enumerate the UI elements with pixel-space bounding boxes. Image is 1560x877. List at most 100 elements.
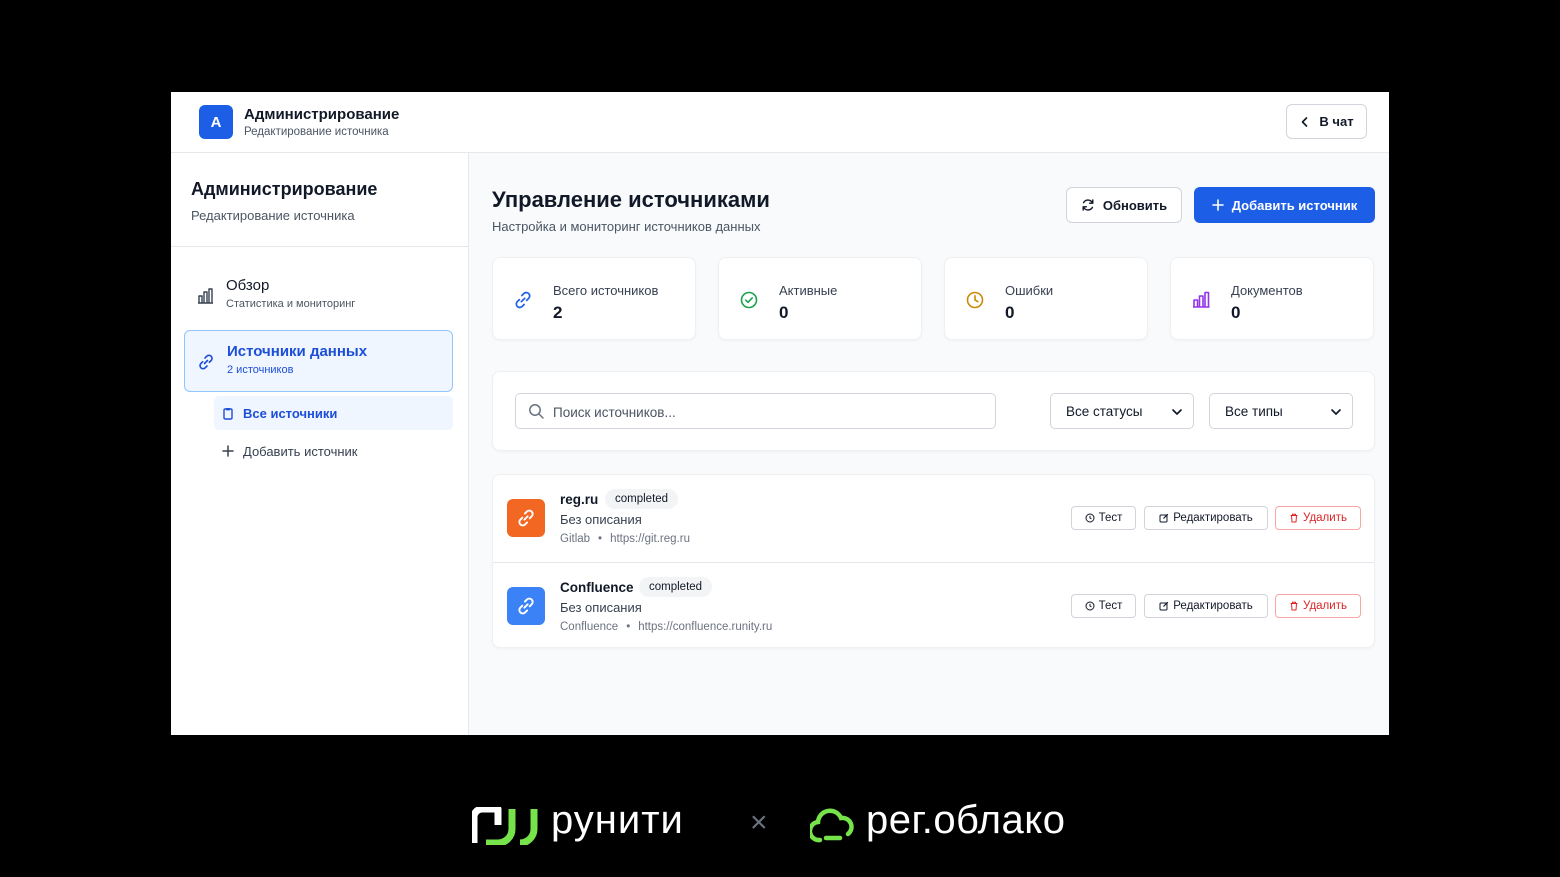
test-button[interactable]: Тест — [1071, 594, 1136, 618]
test-label: Тест — [1098, 512, 1123, 524]
subnav-all-sources[interactable]: Все источники — [214, 396, 453, 430]
back-to-chat-button[interactable]: В чат — [1286, 104, 1367, 139]
search-box[interactable] — [515, 393, 996, 429]
stat-label: Ошибки — [1005, 283, 1054, 298]
sidebar-item-sublabel: Статистика и мониторинг — [226, 298, 356, 310]
search-input[interactable] — [553, 400, 983, 424]
source-meta: Confluence • https://confluence.runity.r… — [560, 621, 772, 633]
stat-label: Всего источников — [553, 283, 659, 298]
source-type: Confluence — [560, 621, 619, 633]
source-description: Без описания — [560, 512, 642, 527]
test-button[interactable]: Тест — [1071, 506, 1136, 530]
sidebar: Администрирование Редактирование источни… — [171, 153, 469, 735]
test-label: Тест — [1098, 600, 1123, 612]
stat-value: 0 — [1005, 303, 1015, 322]
sidebar-item-overview[interactable]: Обзор Статистика и мониторинг — [184, 265, 453, 327]
edit-button[interactable]: Редактировать — [1144, 506, 1268, 530]
add-source-button[interactable]: Добавить источник — [1194, 187, 1375, 223]
clock-icon — [1085, 513, 1095, 523]
source-name[interactable]: reg.ru — [560, 492, 598, 507]
bar-chart-icon — [198, 288, 213, 304]
runity-brand-text: рунити — [551, 798, 684, 842]
stat-label: Активные — [779, 283, 838, 298]
delete-button[interactable]: Удалить — [1275, 594, 1361, 618]
trash-icon — [1290, 513, 1298, 523]
refresh-label: Обновить — [1102, 197, 1168, 213]
filters-panel: Все статусы Все типы — [492, 371, 1375, 451]
source-url: https://confluence.runity.ru — [638, 621, 773, 633]
add-source-label: Добавить источник — [1231, 197, 1358, 213]
stat-card-documents: Документов 0 — [1170, 257, 1374, 340]
subnav-add-source[interactable]: Добавить источник — [214, 434, 453, 468]
page-title: Управление источниками — [492, 187, 770, 212]
clock-icon — [966, 291, 984, 309]
stat-label: Документов — [1231, 283, 1303, 298]
source-link-icon — [507, 587, 545, 625]
source-link-icon — [507, 499, 545, 537]
reg-cloud-logo-icon — [810, 808, 854, 843]
app-window: A Администрирование Редактирование источ… — [171, 92, 1389, 735]
plus-icon — [222, 445, 234, 457]
status-badge: completed — [639, 577, 713, 597]
avatar[interactable]: A — [199, 105, 233, 139]
sidebar-subtitle: Редактирование источника — [191, 208, 355, 223]
sidebar-header: Администрирование Редактирование источни… — [171, 153, 468, 247]
sidebar-item-data-sources[interactable]: Источники данных 2 источников — [184, 330, 453, 392]
chevron-down-icon — [1331, 409, 1341, 415]
edit-button[interactable]: Редактировать — [1144, 594, 1268, 618]
type-filter-value: Все типы — [1225, 403, 1283, 419]
back-button-label: В чат — [1319, 114, 1354, 129]
clipboard-icon — [223, 407, 233, 420]
stat-card-active: Активные 0 — [718, 257, 922, 340]
runity-logo-icon — [472, 807, 538, 845]
source-url: https://git.reg.ru — [610, 533, 690, 545]
clock-icon — [1085, 601, 1095, 611]
source-row[interactable]: Confluence completed Без описания Conflu… — [493, 562, 1374, 649]
status-filter-select[interactable]: Все статусы — [1050, 393, 1194, 429]
subnav-label: Добавить источник — [243, 443, 358, 459]
meta-separator-dot: • — [626, 621, 631, 633]
stat-value: 0 — [1231, 303, 1241, 322]
source-description: Без описания — [560, 600, 642, 615]
stat-card-total: Всего источников 2 — [492, 257, 696, 340]
footer-branding: рунити × рег.облако — [0, 790, 1560, 860]
main-content: Управление источниками Настройка и монит… — [469, 153, 1389, 735]
delete-button[interactable]: Удалить — [1275, 506, 1361, 530]
source-type: Gitlab — [560, 533, 591, 545]
type-filter-select[interactable]: Все типы — [1209, 393, 1353, 429]
app-subtitle: Редактирование источника — [244, 126, 389, 138]
sidebar-item-sublabel: 2 источников — [227, 364, 294, 376]
source-meta: Gitlab • https://git.reg.ru — [560, 533, 690, 545]
bar-chart-icon — [1193, 291, 1210, 308]
sidebar-item-label: Обзор — [226, 277, 270, 294]
edit-label: Редактировать — [1173, 600, 1253, 612]
search-icon — [529, 404, 544, 419]
source-name[interactable]: Confluence — [560, 580, 634, 595]
top-bar: A Администрирование Редактирование источ… — [171, 92, 1389, 153]
stat-value: 2 — [553, 303, 563, 322]
status-badge: completed — [605, 489, 679, 509]
edit-icon — [1159, 601, 1169, 611]
meta-separator-dot: • — [598, 533, 603, 545]
page-subtitle: Настройка и мониторинг источников данных — [492, 219, 761, 234]
separator: × — [750, 806, 768, 839]
edit-label: Редактировать — [1173, 512, 1253, 524]
sidebar-title: Администрирование — [191, 179, 378, 199]
link-icon — [199, 354, 213, 370]
subnav-label: Все источники — [243, 405, 338, 421]
stat-value: 0 — [779, 303, 789, 322]
delete-label: Удалить — [1303, 512, 1347, 524]
refresh-icon — [1082, 199, 1094, 211]
chevron-down-icon — [1172, 409, 1182, 415]
trash-icon — [1290, 601, 1298, 611]
reg-cloud-brand-text: рег.облако — [866, 798, 1066, 842]
delete-label: Удалить — [1303, 600, 1347, 612]
sidebar-item-label: Источники данных — [227, 343, 368, 360]
refresh-button[interactable]: Обновить — [1066, 187, 1182, 223]
source-row[interactable]: reg.ru completed Без описания Gitlab • h… — [493, 475, 1374, 562]
edit-icon — [1159, 513, 1169, 523]
stat-card-errors: Ошибки 0 — [944, 257, 1148, 340]
app-title: Администрирование — [244, 106, 400, 123]
status-filter-value: Все статусы — [1066, 403, 1143, 419]
link-icon — [515, 291, 531, 309]
